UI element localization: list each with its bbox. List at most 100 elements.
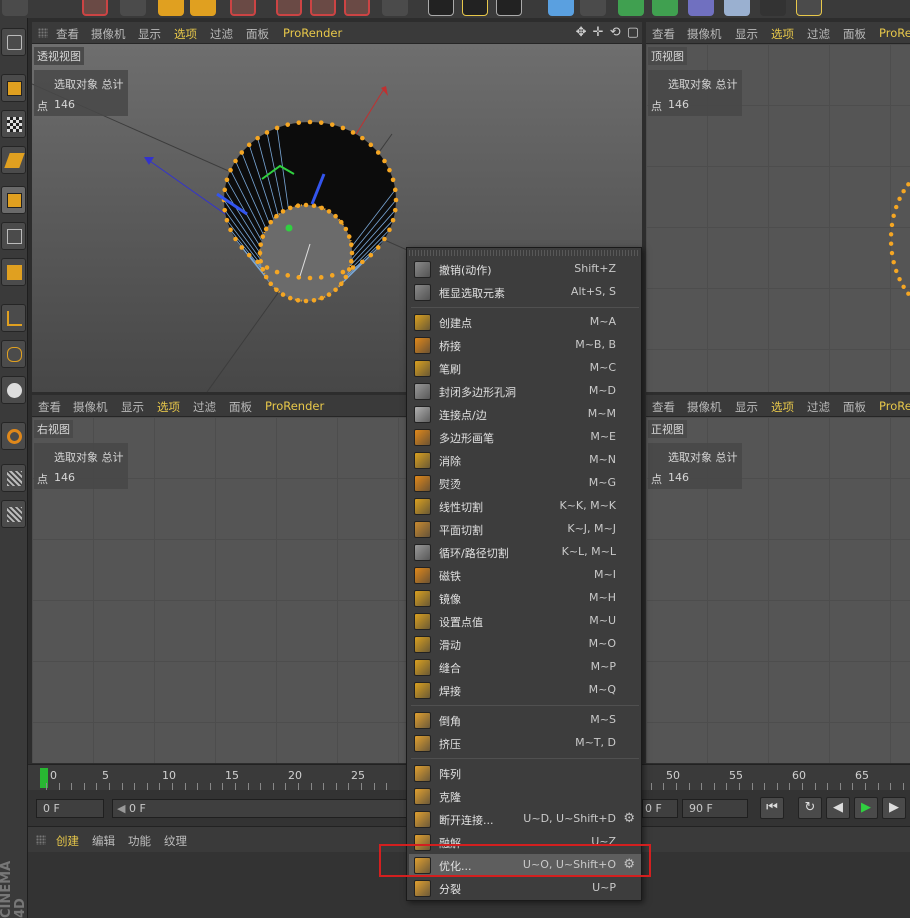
menu-display[interactable]: 显示 bbox=[735, 399, 758, 415]
texture-mode-icon[interactable] bbox=[1, 110, 26, 138]
go-to-start-icon[interactable]: ⏮ bbox=[760, 797, 784, 819]
menu-display[interactable]: 显示 bbox=[138, 26, 161, 42]
undo-toolbar-icon[interactable] bbox=[2, 0, 28, 16]
coordinate-system-icon[interactable] bbox=[382, 0, 408, 16]
menu-view[interactable]: 查看 bbox=[652, 399, 675, 415]
scale-icon[interactable] bbox=[158, 0, 184, 16]
y-axis-icon[interactable] bbox=[310, 0, 336, 16]
material-menu-texture[interactable]: 纹理 bbox=[164, 833, 187, 849]
context-menu-item[interactable]: 笔刷 M~C bbox=[409, 357, 641, 380]
workplane-icon[interactable] bbox=[1, 146, 26, 174]
deformer-icon[interactable] bbox=[688, 0, 714, 16]
context-menu-item[interactable]: 缝合 M~P bbox=[409, 656, 641, 679]
context-menu-item[interactable]: 焊接 M~Q bbox=[409, 679, 641, 702]
context-menu-item[interactable]: 克隆 bbox=[409, 785, 641, 808]
z-axis-icon[interactable] bbox=[344, 0, 370, 16]
menu-display[interactable]: 显示 bbox=[121, 399, 144, 415]
menu-camera[interactable]: 摄像机 bbox=[73, 399, 108, 415]
end-frame-field-b[interactable]: 90 F bbox=[682, 799, 748, 818]
cone-mesh[interactable] bbox=[221, 119, 399, 304]
menu-prorender[interactable]: ProRender bbox=[879, 399, 910, 413]
context-menu-item[interactable]: 循环/路径切割 K~L, M~L bbox=[409, 541, 641, 564]
context-menu-item[interactable]: 磁铁 M~I bbox=[409, 564, 641, 587]
context-menu-item[interactable]: 分裂 U~P bbox=[409, 877, 641, 900]
menu-options[interactable]: 选项 bbox=[771, 399, 794, 415]
menu-camera[interactable]: 摄像机 bbox=[687, 399, 722, 415]
menu-display[interactable]: 显示 bbox=[735, 26, 758, 42]
context-menu-item[interactable]: 平面切割 K~J, M~J bbox=[409, 518, 641, 541]
end-frame-field-a[interactable]: 0 F bbox=[642, 799, 678, 818]
context-menu-item[interactable]: 桥接 M~B, B bbox=[409, 334, 641, 357]
last-tool-icon[interactable] bbox=[230, 0, 256, 16]
menu-panel[interactable]: 面板 bbox=[843, 26, 866, 42]
light-icon[interactable] bbox=[796, 0, 822, 16]
context-menu-item[interactable]: 消除 M~N bbox=[409, 449, 641, 472]
live-selection-icon[interactable] bbox=[82, 0, 108, 16]
context-menu-item[interactable]: 熨烫 M~G bbox=[409, 472, 641, 495]
menu-prorender[interactable]: ProRender bbox=[265, 399, 324, 413]
menu-view[interactable]: 查看 bbox=[652, 26, 675, 42]
context-menu-item[interactable]: 创建点 M~A bbox=[409, 311, 641, 334]
menu-options[interactable]: 选项 bbox=[771, 26, 794, 42]
make-editable-icon[interactable] bbox=[1, 28, 26, 56]
context-menu-item[interactable]: 多边形画笔 M~E bbox=[409, 426, 641, 449]
context-menu-item[interactable]: 断开连接... U~D, U~Shift+D ⚙ bbox=[409, 808, 641, 831]
context-menu-item[interactable]: 撤销(动作) Shift+Z bbox=[409, 258, 641, 281]
menu-tear-off-grip[interactable] bbox=[409, 250, 639, 256]
menu-panel[interactable]: 面板 bbox=[246, 26, 269, 42]
menu-filter[interactable]: 过滤 bbox=[807, 399, 830, 415]
play-icon[interactable]: ▶ bbox=[854, 797, 878, 819]
context-menu-item[interactable]: 阵列 bbox=[409, 762, 641, 785]
camera-icon[interactable] bbox=[760, 0, 786, 16]
menu-options[interactable]: 选项 bbox=[174, 26, 197, 42]
subdivision-icon[interactable] bbox=[618, 0, 644, 16]
previous-frame-icon[interactable]: ◀ bbox=[826, 797, 850, 819]
start-frame-field[interactable]: 0 F bbox=[36, 799, 104, 818]
menu-options[interactable]: 选项 bbox=[157, 399, 180, 415]
render-settings-icon[interactable] bbox=[496, 0, 522, 16]
polygons-mode-icon[interactable] bbox=[1, 258, 26, 286]
material-menu-function[interactable]: 功能 bbox=[128, 833, 151, 849]
solo-icon[interactable] bbox=[1, 376, 26, 404]
menu-panel[interactable]: 面板 bbox=[229, 399, 252, 415]
cube-icon[interactable] bbox=[548, 0, 574, 16]
viewport-nav-icons[interactable]: ✥ ✛ ⟲ ▢ bbox=[576, 25, 640, 40]
menu-filter[interactable]: 过滤 bbox=[807, 26, 830, 42]
model-mode-icon[interactable] bbox=[1, 74, 26, 102]
enable-axis-icon[interactable] bbox=[1, 304, 26, 332]
menu-panel[interactable]: 面板 bbox=[843, 399, 866, 415]
material-menu-edit[interactable]: 编辑 bbox=[92, 833, 115, 849]
menu-camera[interactable]: 摄像机 bbox=[91, 26, 126, 42]
floor-icon[interactable] bbox=[724, 0, 750, 16]
context-menu-item[interactable]: 镜像 M~H bbox=[409, 587, 641, 610]
edges-mode-icon[interactable] bbox=[1, 222, 26, 250]
viewport-canvas[interactable]: 顶视图 选取对象 总计 点 146 bbox=[646, 44, 910, 392]
spline-pen-icon[interactable] bbox=[580, 0, 606, 16]
render-view-icon[interactable] bbox=[428, 0, 454, 16]
tweak-icon[interactable] bbox=[1, 340, 26, 368]
menu-prorender[interactable]: ProRender bbox=[879, 26, 910, 40]
context-menu-item[interactable]: 封闭多边形孔洞 M~D bbox=[409, 380, 641, 403]
move-icon[interactable] bbox=[120, 0, 146, 16]
context-menu-item[interactable]: 框显选取元素 Alt+S, S bbox=[409, 281, 641, 304]
viewport-canvas[interactable]: 正视图 选取对象 总计 点 146 bbox=[646, 417, 910, 763]
x-axis-icon[interactable] bbox=[276, 0, 302, 16]
rotate-icon[interactable] bbox=[190, 0, 216, 16]
settings-gear-icon[interactable]: ⚙ bbox=[623, 811, 635, 826]
context-menu-item[interactable]: 连接点/边 M~M bbox=[409, 403, 641, 426]
material-menu-create[interactable]: 创建 bbox=[56, 833, 79, 849]
menu-filter[interactable]: 过滤 bbox=[210, 26, 233, 42]
menu-filter[interactable]: 过滤 bbox=[193, 399, 216, 415]
context-menu-item[interactable]: 挤压 M~T, D bbox=[409, 732, 641, 755]
context-menu-item[interactable]: 设置点值 M~U bbox=[409, 610, 641, 633]
cloner-icon[interactable] bbox=[652, 0, 678, 16]
workplane-lock-icon[interactable] bbox=[1, 464, 26, 492]
context-menu-item[interactable]: 倒角 M~S bbox=[409, 709, 641, 732]
menu-camera[interactable]: 摄像机 bbox=[687, 26, 722, 42]
context-menu-item[interactable]: 线性切割 K~K, M~K bbox=[409, 495, 641, 518]
points-mode-icon[interactable] bbox=[1, 186, 26, 214]
menu-prorender[interactable]: ProRender bbox=[283, 26, 342, 40]
context-menu-item[interactable]: 滑动 M~O bbox=[409, 633, 641, 656]
locked-workplane-icon[interactable] bbox=[1, 500, 26, 528]
loop-icon[interactable]: ↻ bbox=[798, 797, 822, 819]
